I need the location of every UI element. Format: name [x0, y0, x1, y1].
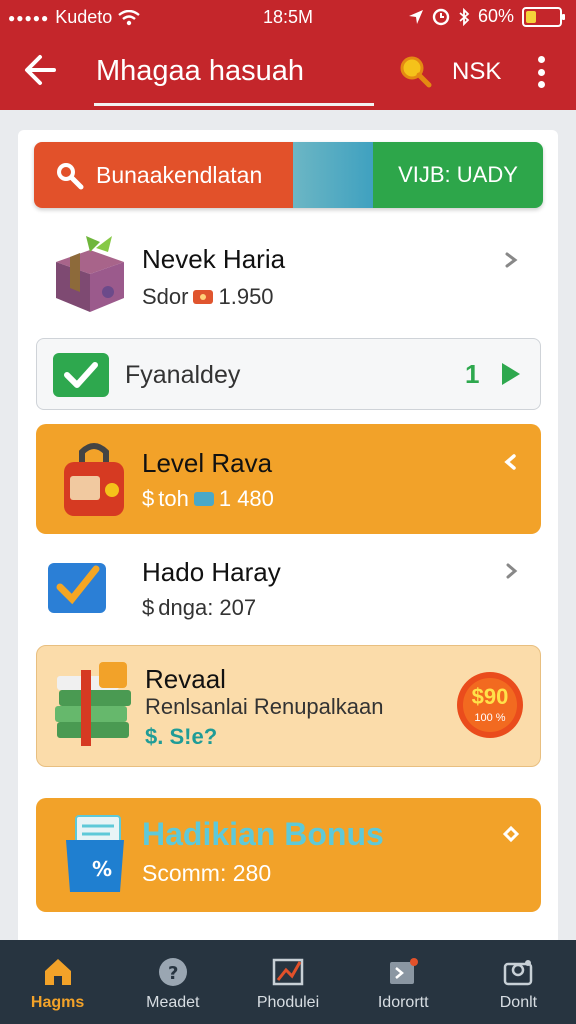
checkmark-icon: [53, 353, 109, 397]
badge-percent: 100 %: [474, 712, 506, 724]
dollar-icon: $: [142, 486, 155, 511]
vip-button[interactable]: VIJB: UADY: [373, 142, 543, 208]
list-item[interactable]: Nevek Haria Sdor 1.950: [36, 220, 541, 330]
item-title: Hadikian Bonus: [142, 816, 384, 852]
nav-label: Idorortt: [377, 994, 429, 1011]
chevron-icon[interactable]: [501, 824, 521, 844]
nav-home[interactable]: Hagms: [0, 940, 115, 1024]
header-action-label[interactable]: NSK: [452, 58, 501, 86]
search-button[interactable]: Bunaakendlatan: [34, 142, 293, 208]
item-subtitle: Scomm: 280: [142, 860, 272, 886]
discount-badge: $90 100 %: [455, 670, 525, 740]
alarm-icon: [432, 8, 450, 25]
coin-icon: ?: [158, 958, 187, 986]
search-bar: Bunaakendlatan VIJB: UADY: [34, 142, 543, 208]
back-arrow-icon[interactable]: [20, 50, 60, 90]
profile-icon: [504, 960, 533, 986]
battery-percent: 60%: [477, 6, 514, 26]
checkin-label: Fyanaldey: [125, 361, 241, 389]
nav-label: Phodulei: [256, 994, 320, 1011]
dollar-icon: $.: [145, 724, 164, 749]
status-bar: ●●●●● Kudeto 18:5M 60%: [0, 0, 576, 36]
checkbox-icon: [48, 563, 106, 613]
checkin-count: 1: [465, 359, 480, 389]
location-icon: [408, 9, 423, 24]
page-title: Mhagaa hasuah: [96, 55, 304, 87]
item-title: Revaal: [145, 664, 226, 694]
item-value: 1.950: [218, 284, 274, 309]
svg-text:%: %: [92, 857, 112, 881]
home-icon: [44, 959, 71, 985]
lock-chest-icon: [64, 443, 124, 516]
item-title: Hado Haray: [142, 557, 281, 587]
item-price: S!e?: [169, 724, 218, 749]
nav-meadet[interactable]: ? Meadet: [115, 940, 230, 1024]
app-bar: ●●●●● Kudeto 18:5M 60% Mhagaa hasuah NSK: [0, 0, 576, 110]
chevron-icon[interactable]: [501, 452, 521, 472]
item-title: Nevek Haria: [142, 244, 286, 274]
checkin-row[interactable]: Fyanaldey 1: [36, 338, 541, 410]
search-icon[interactable]: [398, 54, 432, 88]
nav-label: Meadet: [146, 994, 200, 1011]
reward-card[interactable]: Revaal Renlsanlai Renupalkaan $. S!e? $9…: [36, 645, 541, 767]
list-item[interactable]: Hado Haray $ dnga: 207: [36, 545, 541, 645]
title-underline: [94, 103, 374, 106]
nav-idorortt[interactable]: Idorortt: [346, 940, 461, 1024]
bonus-card[interactable]: % Hadikian Bonus Scomm: 280: [36, 798, 541, 912]
bottom-navigation: Hagms ? Meadet Phodulei Idorortt Donlt: [0, 940, 576, 1024]
badge-amount: $90: [471, 684, 509, 709]
chart-icon: [272, 958, 304, 986]
search-icon: [57, 163, 84, 190]
nav-label: Hagms: [30, 994, 85, 1011]
gift-box-icon: [56, 236, 124, 312]
play-icon[interactable]: [502, 363, 520, 385]
chevron-right-icon[interactable]: [501, 561, 521, 581]
item-subtitle: Sdor: [142, 284, 189, 309]
bluetooth-icon: [459, 7, 470, 26]
battery-icon: [522, 6, 565, 27]
item-subtitle: Renlsanlai Renupalkaan: [145, 694, 384, 719]
item-subtitle: dnga: 207: [158, 595, 257, 620]
notification-icon: [390, 958, 419, 984]
cash-stack-icon: [55, 662, 131, 746]
item-subtitle: toh: [158, 486, 189, 511]
dollar-icon: $: [142, 595, 155, 620]
more-options-icon[interactable]: [534, 56, 548, 88]
search-label: Bunaakendlatan: [96, 161, 263, 188]
nav-label: Donlt: [499, 994, 538, 1011]
ticket-icon: [193, 492, 214, 506]
nav-phodulei[interactable]: Phodulei: [230, 940, 345, 1024]
search-divider: [293, 142, 373, 208]
list-item[interactable]: Level Rava $ toh 1 480: [36, 424, 541, 534]
svg-text:?: ?: [168, 963, 178, 984]
document-box-icon: %: [66, 815, 124, 892]
nav-donlt[interactable]: Donlt: [461, 940, 576, 1024]
share-icon[interactable]: [501, 250, 521, 270]
ticket-icon: [193, 290, 214, 304]
item-value: 1 480: [218, 486, 274, 511]
item-title: Level Rava: [142, 448, 273, 478]
